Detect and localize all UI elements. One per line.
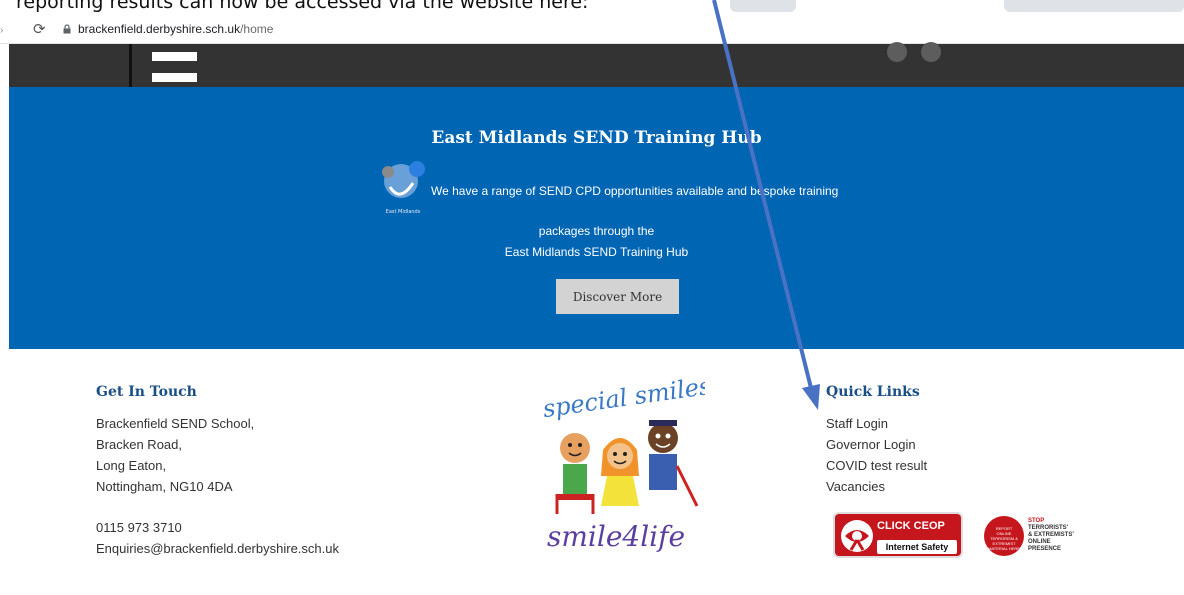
phone-number: 0115 973 3710 (96, 520, 182, 535)
social-icon[interactable] (887, 42, 907, 62)
special-smiles-logo: special smiles smile4life (541, 376, 705, 553)
hero-title: East Midlands SEND Training Hub (431, 128, 762, 148)
logo-caption: East Midlands (386, 209, 421, 215)
url-path: /home (240, 22, 274, 36)
hero-text: East Midlands SEND Training Hub (504, 245, 689, 259)
stop-line: PRESENCE (1028, 546, 1062, 552)
covid-test-result-link[interactable]: COVID test result (826, 458, 927, 473)
governor-login-link[interactable]: Governor Login (826, 437, 916, 452)
address-line: Nottingham, NG10 4DA (96, 479, 233, 494)
hero-text: packages through the (538, 224, 655, 238)
get-in-touch-heading: Get In Touch (96, 384, 197, 400)
logo-bottom-text: smile4life (547, 520, 685, 553)
url-field[interactable]: brackenfield.derbyshire.sch.uk/home (78, 22, 273, 36)
stop-badge-text: REPORT ONLINE TERRORISM & EXTREMIST MATE… (988, 526, 1020, 551)
url-domain: brackenfield.derbyshire.sch.uk (78, 22, 241, 36)
hero-banner: East Midlands SEND Training Hub East Mid… (9, 87, 1184, 349)
ceop-sublabel: Internet Safety (877, 540, 957, 554)
address-bar: › ⟳ brackenfield.derbyshire.sch.uk/home (0, 17, 1184, 44)
browser-tab[interactable] (730, 0, 796, 12)
annotation-caption: reporting results can now be accessed vi… (16, 0, 589, 13)
quick-links-heading: Quick Links (826, 384, 920, 400)
ceop-button[interactable]: CLICK CEOP Internet Safety (833, 512, 963, 558)
address-line: Bracken Road, (96, 437, 182, 452)
staff-login-link[interactable]: Staff Login (826, 416, 888, 431)
browser-tab-strip: reporting results can now be accessed vi… (0, 0, 1184, 16)
email-link[interactable]: Enquiries@brackenfield.derbyshire.sch.uk (96, 541, 339, 556)
logo-top-text: special smiles (541, 376, 705, 423)
stop-line: STOP (1028, 518, 1045, 524)
header-divider (129, 44, 132, 87)
reload-icon[interactable]: ⟳ (33, 20, 46, 38)
ceop-eye-icon (841, 520, 873, 552)
send-hub-logo: East Midlands (382, 161, 425, 215)
ceop-label: CLICK CEOP (877, 520, 945, 532)
social-icon[interactable] (921, 42, 941, 62)
discover-more-button[interactable]: Discover More (556, 279, 679, 314)
stop-line: & EXTREMISTS' (1028, 532, 1074, 538)
hero-text: We have a range of SEND CPD opportunitie… (431, 184, 839, 198)
vacancies-link[interactable]: Vacancies (826, 479, 885, 494)
stop-badge-label: STOP TERRORISTS' & EXTREMISTS' ONLINE PR… (1028, 518, 1074, 553)
stop-badge-icon: REPORT ONLINE TERRORISM & EXTREMIST MATE… (984, 516, 1024, 556)
address-line: Brackenfield SEND School, (96, 416, 255, 431)
browser-tab[interactable] (1004, 0, 1184, 12)
stop-line: ONLINE (1028, 539, 1051, 545)
address-line: Long Eaton, (96, 458, 167, 473)
back-icon[interactable]: › (0, 25, 3, 36)
menu-icon[interactable] (152, 52, 197, 87)
report-terrorism-button[interactable]: REPORT ONLINE TERRORISM & EXTREMIST MATE… (984, 516, 1094, 560)
site-header (9, 42, 1184, 87)
lock-icon (63, 24, 71, 34)
stop-line: TERRORISTS' (1028, 525, 1069, 531)
